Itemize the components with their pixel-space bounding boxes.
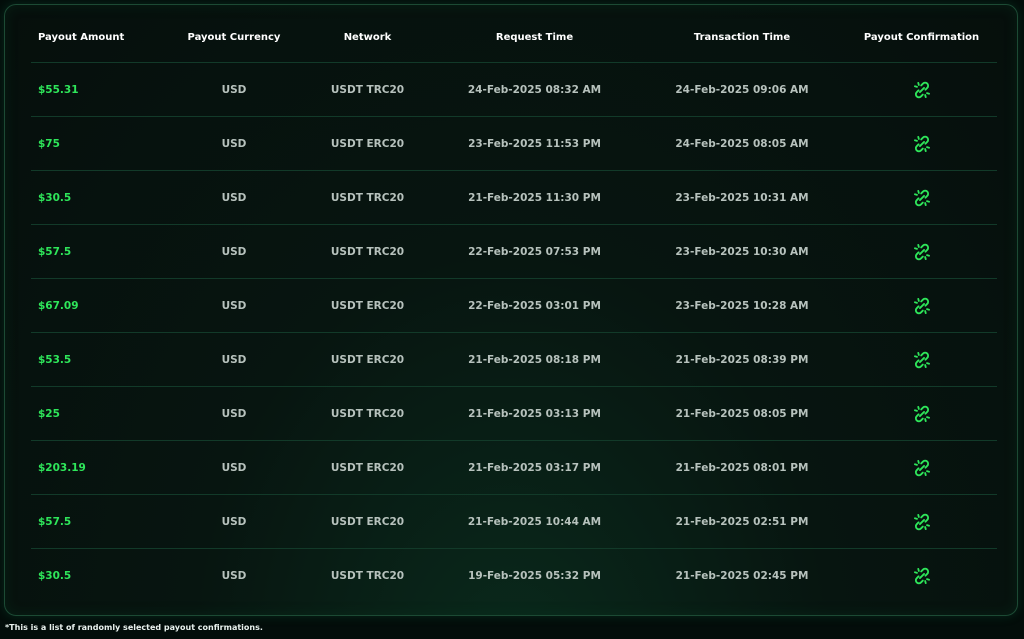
table-row: $57.5 USD USDT TRC20 22-Feb-2025 07:53 PM 23… — [31, 224, 997, 279]
payout-amount: $75 — [31, 116, 164, 171]
chain-link-icon[interactable] — [912, 188, 932, 208]
table-row: $75 USD USDT ERC20 23-Feb-2025 11:53 PM 24-F… — [31, 116, 997, 171]
payout-confirmation-cell — [846, 549, 997, 603]
transaction-time: 21-Feb-2025 08:05 PM — [638, 386, 846, 441]
payout-amount: $30.5 — [38, 569, 72, 582]
header-transaction-time: Transaction Time — [638, 13, 846, 63]
footnote: *This is a list of randomly selected pay… — [5, 623, 263, 632]
table-row: $30.5 USD USDT TRC20 21-Feb-2025 11:30 PM 23… — [31, 170, 997, 225]
payout-confirmation-cell — [846, 332, 997, 387]
table-row: $203.19 USD USDT ERC20 21-Feb-2025 03:17 PM… — [31, 440, 997, 495]
request-time: 23-Feb-2025 11:53 PM — [431, 116, 638, 171]
request-time: 22-Feb-2025 07:53 PM — [431, 224, 638, 279]
network: USDT ERC20 — [304, 278, 431, 333]
header-payout-amount: Payout Amount — [31, 13, 164, 63]
payout-currency: USD — [164, 62, 304, 117]
payouts-panel: Payout Amount Payout Currency Network Re… — [4, 4, 1018, 616]
chain-link-icon[interactable] — [912, 134, 932, 154]
network: USDT ERC20 — [304, 440, 431, 495]
network: USDT ERC20 — [304, 494, 431, 549]
request-time: 21-Feb-2025 03:13 PM — [431, 386, 638, 441]
payout-confirmation-cell — [846, 62, 997, 117]
transaction-time: 21-Feb-2025 08:39 PM — [638, 332, 846, 387]
payout-confirmation-cell — [846, 116, 997, 171]
chain-link-icon[interactable] — [912, 350, 932, 370]
payout-amount: $53.5 — [31, 332, 164, 387]
payout-currency: USD — [164, 494, 304, 549]
payout-confirmation-cell — [846, 440, 997, 495]
payout-confirmation-cell — [846, 170, 997, 225]
transaction-time: 24-Feb-2025 09:06 AM — [638, 62, 846, 117]
header-request-time: Request Time — [431, 13, 638, 63]
payout-amount: $25 — [31, 386, 164, 441]
transaction-time: 21-Feb-2025 08:01 PM — [638, 440, 846, 495]
request-time: 19-Feb-2025 05:32 PM — [468, 569, 601, 582]
transaction-time: 21-Feb-2025 02:45 PM — [675, 569, 809, 582]
request-time: 21-Feb-2025 11:30 PM — [431, 170, 638, 225]
network: USDT ERC20 — [304, 116, 431, 171]
payout-currency: USD — [164, 224, 304, 279]
payout-currency: USD — [164, 386, 304, 441]
payout-currency: USD — [164, 278, 304, 333]
payout-amount: $57.5 — [31, 494, 164, 549]
network: USDT TRC20 — [304, 170, 431, 225]
header-payout-currency: Payout Currency — [164, 13, 304, 63]
payout-amount: $203.19 — [31, 440, 164, 495]
chain-link-icon[interactable] — [912, 458, 932, 478]
chain-link-icon[interactable] — [912, 566, 932, 586]
table-row: $67.09 USD USDT ERC20 22-Feb-2025 03:01 PM 2… — [31, 278, 997, 333]
payout-currency: USD — [164, 440, 304, 495]
network: USDT TRC20 — [304, 62, 431, 117]
request-time: 21-Feb-2025 03:17 PM — [431, 440, 638, 495]
transaction-time: 23-Feb-2025 10:28 AM — [638, 278, 846, 333]
network: USDT ERC20 — [304, 332, 431, 387]
network: USDT TRC20 — [330, 569, 405, 582]
chain-link-icon[interactable] — [912, 404, 932, 424]
table-header-row: Payout Amount Payout Currency Network Re… — [31, 13, 997, 63]
payout-amount: $67.09 — [31, 278, 164, 333]
network: USDT TRC20 — [304, 386, 431, 441]
header-payout-confirmation: Payout Confirmation — [846, 13, 997, 63]
transaction-time: 23-Feb-2025 10:30 AM — [638, 224, 846, 279]
network: USDT TRC20 — [304, 224, 431, 279]
request-time: 24-Feb-2025 08:32 AM — [431, 62, 638, 117]
transaction-time: 23-Feb-2025 10:31 AM — [638, 170, 846, 225]
payout-currency: USD — [164, 332, 304, 387]
payout-confirmation-cell — [846, 224, 997, 279]
payout-amount: $55.31 — [31, 62, 164, 117]
request-time: 21-Feb-2025 08:18 PM — [431, 332, 638, 387]
table-row: $57.5 USD USDT ERC20 21-Feb-2025 10:44 AM 21… — [31, 494, 997, 549]
payout-confirmation-cell — [846, 386, 997, 441]
request-time: 22-Feb-2025 03:01 PM — [431, 278, 638, 333]
table-row: $53.5 USD USDT ERC20 21-Feb-2025 08:18 PM 21… — [31, 332, 997, 387]
payout-currency: USD — [164, 116, 304, 171]
transaction-time: 21-Feb-2025 02:51 PM — [638, 494, 846, 549]
table-row: $55.31 USD USDT TRC20 24-Feb-2025 08:32 AM 2… — [31, 62, 997, 117]
payout-currency: USD — [221, 569, 247, 582]
table-row: $30.5 USD USDT TRC20 19-Feb-2025 05:32 PM 21… — [31, 549, 997, 603]
payout-confirmation-cell — [846, 278, 997, 333]
chain-link-icon[interactable] — [912, 242, 932, 262]
chain-link-icon[interactable] — [912, 80, 932, 100]
request-time: 21-Feb-2025 10:44 AM — [431, 494, 638, 549]
table-body: $55.31 USD USDT TRC20 24-Feb-2025 08:32 AM 2… — [31, 62, 997, 603]
chain-link-icon[interactable] — [912, 296, 932, 316]
payouts-table: Payout Amount Payout Currency Network Re… — [31, 13, 997, 602]
payout-amount: $57.5 — [31, 224, 164, 279]
payout-currency: USD — [164, 170, 304, 225]
chain-link-icon[interactable] — [912, 512, 932, 532]
payout-amount: $30.5 — [31, 170, 164, 225]
header-network: Network — [304, 13, 431, 63]
table-row: $25 USD USDT TRC20 21-Feb-2025 03:13 PM 21-F… — [31, 386, 997, 441]
payout-confirmation-cell — [846, 494, 997, 549]
transaction-time: 24-Feb-2025 08:05 AM — [638, 116, 846, 171]
